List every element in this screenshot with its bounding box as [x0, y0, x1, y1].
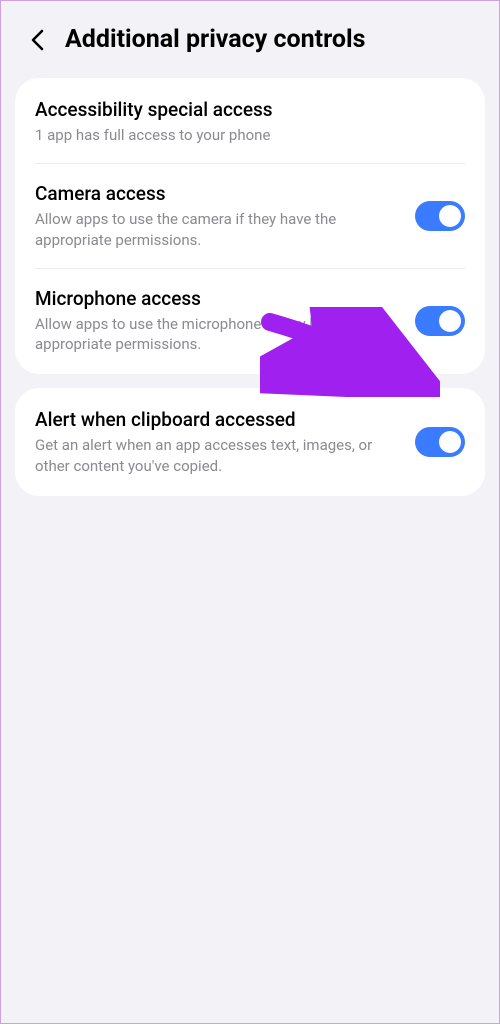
settings-group-2: Alert when clipboard accessed Get an ale… — [15, 388, 485, 496]
row-title: Camera access — [35, 182, 403, 205]
toggle-knob — [439, 205, 461, 227]
row-clipboard[interactable]: Alert when clipboard accessed Get an ale… — [15, 390, 485, 494]
toggle-knob — [439, 431, 461, 453]
settings-group-1: Accessibility special access 1 app has f… — [15, 78, 485, 374]
clipboard-toggle[interactable] — [415, 427, 465, 457]
toggle-knob — [439, 310, 461, 332]
row-microphone[interactable]: Microphone access Allow apps to use the … — [15, 269, 485, 373]
row-description: 1 app has full access to your phone — [35, 125, 453, 145]
row-title: Microphone access — [35, 287, 403, 310]
row-accessibility[interactable]: Accessibility special access 1 app has f… — [15, 80, 485, 163]
chevron-left-icon — [30, 29, 44, 51]
microphone-toggle[interactable] — [415, 306, 465, 336]
row-description: Allow apps to use the microphone if they… — [35, 314, 403, 355]
row-description: Allow apps to use the camera if they hav… — [35, 209, 403, 250]
row-description: Get an alert when an app accesses text, … — [35, 435, 403, 476]
row-body: Camera access Allow apps to use the came… — [35, 182, 415, 250]
back-button[interactable] — [25, 28, 49, 52]
camera-toggle[interactable] — [415, 201, 465, 231]
row-title: Alert when clipboard accessed — [35, 408, 403, 431]
row-title: Accessibility special access — [35, 98, 453, 121]
row-camera[interactable]: Camera access Allow apps to use the came… — [15, 164, 485, 268]
page-header: Additional privacy controls — [1, 1, 499, 72]
row-body: Microphone access Allow apps to use the … — [35, 287, 415, 355]
row-body: Alert when clipboard accessed Get an ale… — [35, 408, 415, 476]
page-title: Additional privacy controls — [65, 25, 365, 54]
row-body: Accessibility special access 1 app has f… — [35, 98, 465, 145]
